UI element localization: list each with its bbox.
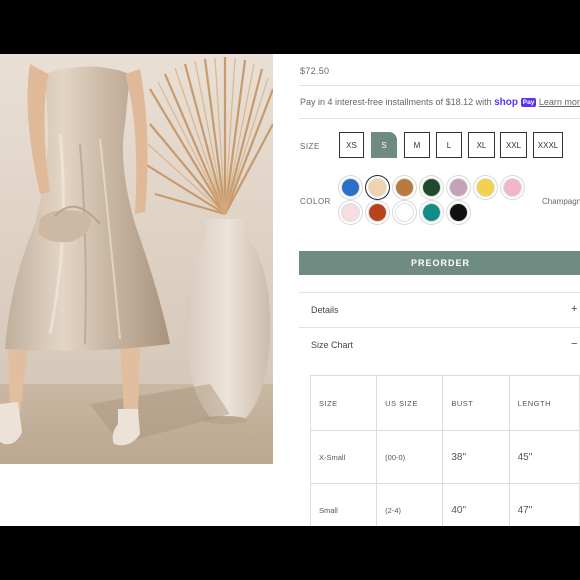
color-label: COLOR — [300, 197, 331, 206]
table-cell: Small — [309, 483, 378, 526]
installments-info: Pay in 4 interest-free installments of $… — [300, 97, 580, 108]
product-photo — [0, 54, 273, 464]
color-swatch-mauve[interactable] — [449, 178, 468, 197]
table-cell: X-Small — [309, 430, 378, 484]
color-swatch-blush[interactable] — [341, 203, 360, 222]
table-cell: 47" — [508, 483, 580, 526]
table-cell: 40" — [442, 483, 510, 526]
color-swatch-black[interactable] — [449, 203, 468, 222]
size-chart-accordion-title[interactable]: Size Chart — [311, 340, 353, 350]
installments-text: Pay in 4 interest-free installments of $… — [300, 97, 492, 107]
divider — [299, 118, 580, 119]
size-chart-table: SIZE US SIZE BUST LENGTH X-Small (00-0) 38" 45"… — [309, 375, 580, 526]
size-option-m[interactable]: M — [404, 132, 430, 158]
color-swatch-white[interactable] — [395, 203, 414, 222]
details-accordion-title[interactable]: Details — [311, 305, 339, 315]
column-header: SIZE — [309, 375, 378, 431]
minus-icon[interactable]: − — [571, 338, 577, 350]
color-swatch-blue[interactable] — [341, 178, 360, 197]
preorder-button[interactable]: PREORDER — [299, 251, 580, 275]
size-option-xl[interactable]: XL — [468, 132, 495, 158]
divider — [299, 292, 580, 293]
column-header: LENGTH — [508, 375, 580, 431]
plus-icon[interactable]: + — [571, 303, 577, 315]
column-header: US SIZE — [376, 375, 444, 431]
selected-color-name: Champagne — [542, 197, 580, 206]
table-cell: (00-0) — [376, 430, 444, 484]
table-header-row: SIZE US SIZE BUST LENGTH — [309, 375, 580, 431]
table-cell: (2-4) — [376, 483, 444, 526]
size-option-xs[interactable]: XS — [339, 132, 364, 158]
color-swatch-caramel[interactable] — [395, 178, 414, 197]
divider — [299, 327, 580, 328]
learn-more-link[interactable]: Learn more — [539, 97, 580, 107]
color-swatch-pink[interactable] — [503, 178, 522, 197]
table-row: X-Small (00-0) 38" 45" — [309, 430, 580, 484]
color-swatch-dark-green[interactable] — [422, 178, 441, 197]
product-page: $72.50 Pay in 4 interest-free installmen… — [0, 54, 580, 526]
table-cell: 45" — [508, 430, 580, 484]
product-price: $72.50 — [300, 66, 330, 76]
divider — [299, 85, 580, 86]
size-option-s[interactable]: S — [371, 132, 397, 158]
color-swatch-yellow[interactable] — [476, 178, 495, 197]
color-swatch-champagne[interactable] — [368, 178, 387, 197]
size-option-l[interactable]: L — [436, 132, 462, 158]
table-row: Small (2-4) 40" 47" — [309, 483, 580, 526]
size-label: SIZE — [300, 142, 320, 151]
color-swatch-rust[interactable] — [368, 203, 387, 222]
color-swatch-teal[interactable] — [422, 203, 441, 222]
column-header: BUST — [442, 375, 510, 431]
table-cell: 38" — [442, 430, 510, 484]
shop-pay-logo: shop Pay — [494, 97, 537, 108]
size-option-xxxl[interactable]: XXXL — [533, 132, 563, 158]
size-option-xxl[interactable]: XXL — [500, 132, 527, 158]
